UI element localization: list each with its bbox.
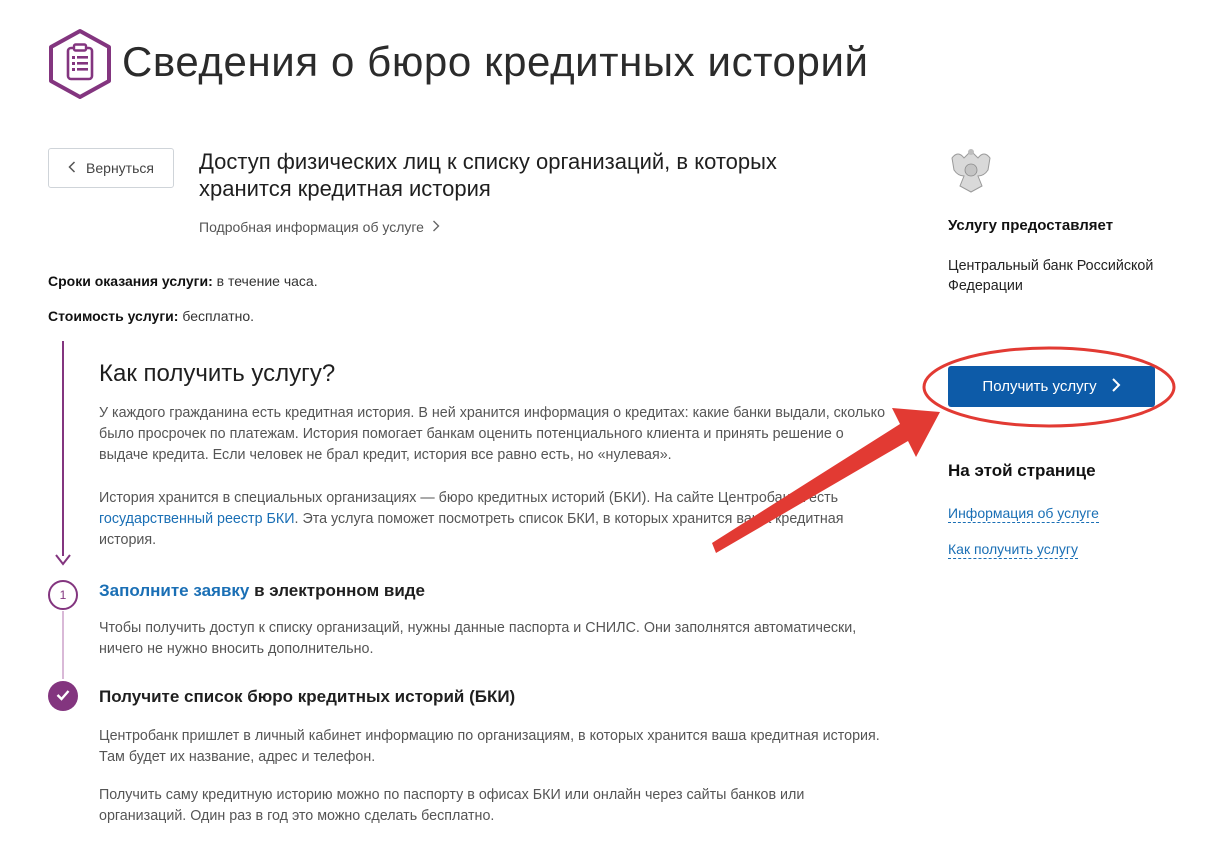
step-2-text-1: Центробанк пришлет в личный кабинет инфо… [99,728,880,765]
back-button-label: Вернуться [86,160,154,176]
chevron-right-icon [1111,377,1121,397]
chevron-left-icon [68,160,76,176]
service-details-label: Подробная информация об услуге [199,219,424,235]
get-service-label: Получить услугу [982,378,1097,395]
on-page-heading: На этой странице [948,461,1096,480]
timeline-line-segment [62,611,64,679]
page-title: Сведения о бюро кредитных историй [122,38,869,85]
cost-value: бесплатно. [182,308,255,324]
bki-registry-link[interactable]: государственный реестр БКИ [99,511,295,527]
how-paragraph-2-text: История хранится в специальных организац… [99,490,839,506]
step-2-circle [48,681,78,711]
provider-heading: Услугу предоставляет [948,217,1114,234]
back-button[interactable]: Вернуться [48,148,174,188]
fill-application-link[interactable]: Заполните заявку [99,581,249,600]
step-2-text-2: Получить саму кредитную историю можно по… [99,787,805,824]
terms-value: в течение часа. [216,273,318,289]
timeline-arrow-icon [55,553,71,571]
how-paragraph-2: История хранится в специальных организац… [99,488,889,551]
page-header-icon [47,28,113,105]
timeline-line [62,341,64,556]
chevron-right-icon [432,219,440,235]
on-page-link-info-wrap: Информация об услуге [948,505,1099,523]
service-cost: Стоимость услуги: бесплатно. [48,308,254,324]
step-2-title: Получите список бюро кредитных историй (… [99,687,516,706]
cost-label: Стоимость услуги: [48,308,179,324]
on-page-link-how[interactable]: Как получить услугу [948,541,1079,559]
get-service-button[interactable]: Получить услугу [948,366,1155,407]
on-page-link-info[interactable]: Информация об услуге [948,505,1099,523]
how-to-get-heading: Как получить услугу? [99,360,336,387]
step-1-title-rest: в электронном виде [249,581,426,600]
step-1-circle: 1 [48,580,78,610]
how-paragraph-1: У каждого гражданина есть кредитная исто… [99,405,886,463]
service-terms: Сроки оказания услуги: в течение часа. [48,273,318,289]
terms-label: Сроки оказания услуги: [48,273,213,289]
on-page-link-how-wrap: Как получить услугу [948,541,1079,559]
step-1-text: Чтобы получить доступ к списку организац… [99,620,857,657]
service-title: Доступ физических лиц к списку организац… [199,149,777,201]
coat-of-arms-icon [948,146,994,199]
check-icon [56,689,70,704]
step-1-title: Заполните заявку в электронном виде [99,581,425,601]
service-details-link[interactable]: Подробная информация об услуге [199,219,440,235]
step-1-number: 1 [59,588,67,602]
provider-name: Центральный банк Российской Федерации [948,258,1154,294]
